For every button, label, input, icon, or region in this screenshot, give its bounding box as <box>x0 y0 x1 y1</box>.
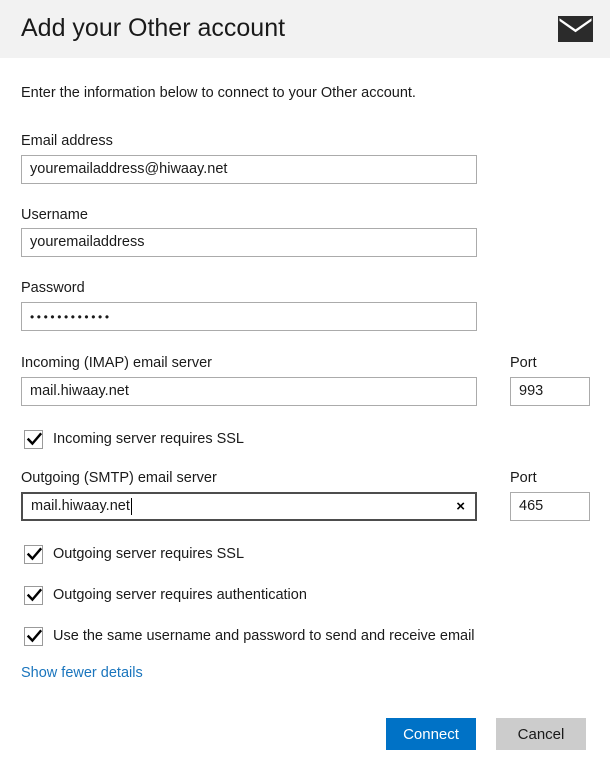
username-input[interactable]: youremailaddress <box>21 228 477 257</box>
outgoing-ssl-checkbox[interactable]: Outgoing server requires SSL <box>24 544 244 564</box>
password-value: •••••••••••• <box>30 309 112 324</box>
email-address-value: youremailaddress@hiwaay.net <box>30 161 228 178</box>
incoming-port-label: Port <box>510 355 537 371</box>
password-label: Password <box>21 280 85 296</box>
outgoing-server-label: Outgoing (SMTP) email server <box>21 470 217 486</box>
cancel-button[interactable]: Cancel <box>496 718 586 750</box>
username-value: youremailaddress <box>30 234 145 251</box>
intro-text: Enter the information below to connect t… <box>21 85 416 101</box>
connect-button[interactable]: Connect <box>386 718 476 750</box>
incoming-server-label: Incoming (IMAP) email server <box>21 355 212 371</box>
show-fewer-details-link[interactable]: Show fewer details <box>21 665 143 681</box>
clear-icon[interactable]: × <box>456 499 467 514</box>
checkmark-icon <box>24 544 43 564</box>
outgoing-port-label: Port <box>510 470 537 486</box>
incoming-port-input[interactable]: 993 <box>510 377 590 406</box>
email-address-label: Email address <box>21 133 113 149</box>
incoming-server-value: mail.hiwaay.net <box>30 383 129 400</box>
outgoing-server-value: mail.hiwaay.net <box>31 498 130 515</box>
checkmark-icon <box>24 585 43 605</box>
envelope-icon <box>558 16 593 42</box>
page-title: Add your Other account <box>21 14 286 42</box>
password-input[interactable]: •••••••••••• <box>21 302 477 331</box>
outgoing-auth-checkbox[interactable]: Outgoing server requires authentication <box>24 585 307 605</box>
same-credentials-label: Use the same username and password to se… <box>53 628 475 644</box>
outgoing-auth-label: Outgoing server requires authentication <box>53 587 307 603</box>
outgoing-port-value: 465 <box>519 498 544 515</box>
add-account-dialog: Add your Other account Enter the informa… <box>0 0 610 759</box>
incoming-server-input[interactable]: mail.hiwaay.net <box>21 377 477 406</box>
text-cursor <box>130 498 132 515</box>
email-address-input[interactable]: youremailaddress@hiwaay.net <box>21 155 477 184</box>
incoming-ssl-label: Incoming server requires SSL <box>53 431 244 447</box>
outgoing-port-input[interactable]: 465 <box>510 492 590 521</box>
incoming-ssl-checkbox[interactable]: Incoming server requires SSL <box>24 429 244 449</box>
checkmark-icon <box>24 429 43 449</box>
checkmark-icon <box>24 626 43 646</box>
dialog-header: Add your Other account <box>0 0 610 58</box>
incoming-port-value: 993 <box>519 383 544 400</box>
outgoing-ssl-label: Outgoing server requires SSL <box>53 546 245 562</box>
outgoing-server-input[interactable]: mail.hiwaay.net × <box>21 492 477 521</box>
username-label: Username <box>21 207 88 223</box>
same-credentials-checkbox[interactable]: Use the same username and password to se… <box>24 626 475 646</box>
